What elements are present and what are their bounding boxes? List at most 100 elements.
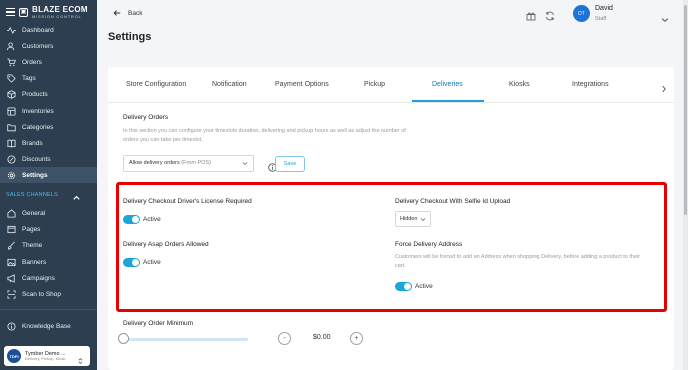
sidebar-item-label: Tags (22, 74, 36, 82)
user-name[interactable]: David (595, 5, 613, 12)
menu-icon[interactable] (6, 8, 15, 16)
selfie-upload-title: Delivery Checkout With Selfie Id Upload (395, 198, 511, 205)
activity-icon (7, 26, 16, 35)
info-icon (7, 321, 16, 331)
license-required-title: Delivery Checkout Driver's License Requi… (123, 198, 252, 205)
tabs-divider (108, 102, 674, 103)
selfie-upload-select[interactable]: Hidden (395, 211, 431, 227)
gift-icon[interactable] (526, 8, 536, 26)
sidebar-item-label: Scan to Shop (22, 290, 62, 298)
tab-integrations[interactable]: Integrations (572, 81, 609, 88)
sidebar-item-label: Brands (22, 139, 43, 147)
sidebar-item-label: Dashboard (22, 26, 54, 34)
sidebar-item-label: Products (22, 90, 48, 98)
sidebar-item-customers[interactable]: Customers (0, 38, 97, 54)
tab-notification[interactable]: Notification (212, 81, 247, 88)
brand: ▣ BLAZE ECOM MISSION CONTROL (0, 0, 97, 24)
store-switcher[interactable]: TDPI Tymber Demo ... Delivery, Pickup, K… (4, 346, 90, 366)
main-content: Back DT David Staff Settings Store Confi… (97, 0, 688, 370)
cart-icon (7, 57, 16, 67)
settings-tabs: Store Configuration Notification Payment… (108, 67, 674, 103)
tag-icon (7, 73, 16, 83)
page-title: Settings (108, 31, 152, 43)
order-minimum-value: $0.00 (313, 334, 331, 341)
sales-channels-label: SALES CHANNELS (6, 192, 59, 198)
sidebar-item-brands[interactable]: Brands (0, 135, 97, 151)
sidebar-item-scan-to-shop[interactable]: Scan to Shop (0, 286, 97, 302)
back-button[interactable]: Back (113, 9, 142, 17)
sidebar-item-discounts[interactable]: Discounts (0, 151, 97, 167)
sidebar-item-dashboard[interactable]: Dashboard (0, 22, 97, 38)
force-address-status: Active (415, 283, 433, 290)
decrement-button[interactable]: - (278, 332, 291, 345)
chevron-right-icon[interactable] (661, 80, 667, 98)
chevron-down-icon[interactable] (661, 10, 669, 28)
book-icon (7, 139, 16, 148)
sidebar-item-pages[interactable]: Pages (0, 221, 97, 237)
sidebar-item-tags[interactable]: Tags (0, 70, 97, 86)
folder-icon (7, 123, 16, 132)
delivery-orders-select[interactable]: Allow delivery orders (From POS) (123, 155, 254, 172)
sidebar-item-inventories[interactable]: Inventories (0, 103, 97, 119)
chevron-down-icon (242, 161, 248, 168)
gear-icon (7, 171, 16, 180)
sidebar: ▣ BLAZE ECOM MISSION CONTROL Dashboard C… (0, 0, 97, 370)
force-address-toggle[interactable] (395, 282, 412, 291)
header-actions (526, 8, 555, 26)
brush-icon (7, 241, 16, 250)
sidebar-item-campaigns[interactable]: Campaigns (0, 270, 97, 286)
logo-icon: ▣ (19, 7, 28, 17)
brand-tagline: MISSION CONTROL (32, 13, 82, 19)
asap-orders-toggle[interactable] (123, 258, 140, 267)
delivery-orders-description: In this section you can configure your t… (123, 128, 406, 143)
store-subtitle: Delivery, Pickup, Kiosk (25, 355, 66, 361)
brand-name: BLAZE ECOM (32, 4, 88, 14)
force-address-description: Customers will be forced to add an Addre… (395, 254, 641, 269)
sidebar-item-products[interactable]: Products (0, 86, 97, 102)
page-scrollbar[interactable] (683, 0, 688, 370)
tab-deliveries[interactable]: Deliveries (432, 81, 463, 88)
order-minimum-slider-track[interactable] (123, 338, 248, 341)
sidebar-item-label: Discounts (22, 155, 51, 163)
tab-payment-options[interactable]: Payment Options (275, 81, 329, 88)
sidebar-item-label: Banners (22, 258, 47, 266)
sidebar-item-theme[interactable]: Theme (0, 237, 97, 253)
sidebar-item-knowledge-base[interactable]: Knowledge Base (0, 318, 97, 334)
chevron-down-icon (420, 217, 426, 224)
force-address-title: Force Delivery Address (395, 241, 463, 248)
sidebar-item-general[interactable]: General (0, 205, 97, 221)
sidebar-item-label: Orders (22, 58, 42, 66)
sidebar-item-label: Inventories (22, 107, 54, 115)
sidebar-item-label: Campaigns (22, 274, 55, 282)
sidebar-item-banners[interactable]: Banners (0, 254, 97, 270)
license-required-toggle[interactable] (123, 215, 140, 224)
delivery-orders-title: Delivery Orders (123, 114, 169, 121)
tab-pickup[interactable]: Pickup (364, 81, 385, 88)
tab-kiosks[interactable]: Kiosks (509, 81, 530, 88)
order-minimum-title: Delivery Order Minimum (123, 320, 194, 327)
save-button[interactable]: Save (275, 156, 305, 172)
users-icon (7, 41, 16, 51)
user-avatar[interactable]: DT (573, 5, 590, 22)
back-label: Back (128, 9, 143, 17)
sidebar-item-categories[interactable]: Categories (0, 119, 97, 135)
sidebar-item-settings[interactable]: Settings (0, 167, 97, 183)
increment-button[interactable]: + (350, 332, 363, 345)
refresh-icon[interactable] (545, 8, 555, 26)
settings-card: Store Configuration Notification Payment… (108, 67, 674, 370)
sidebar-item-label: Knowledge Base (22, 322, 71, 330)
sidebar-item-orders[interactable]: Orders (0, 54, 97, 70)
store-info: Tymber Demo ... Delivery, Pickup, Kiosk (25, 351, 66, 361)
sidebar-item-label: Customers (22, 42, 54, 50)
tab-store-configuration[interactable]: Store Configuration (126, 81, 186, 88)
store-avatar: TDPI (7, 349, 21, 363)
sidebar-item-label: Settings (22, 171, 48, 179)
user-role: Staff (595, 16, 607, 22)
scrollbar-thumb[interactable] (684, 5, 687, 215)
order-minimum-slider-thumb[interactable] (118, 333, 129, 344)
select-value: Hidden (400, 216, 418, 222)
sidebar-item-label: General (22, 209, 46, 217)
scan-icon (7, 289, 16, 299)
sidebar-item-label: Pages (22, 225, 41, 233)
sidebar-item-label: Theme (22, 241, 43, 249)
